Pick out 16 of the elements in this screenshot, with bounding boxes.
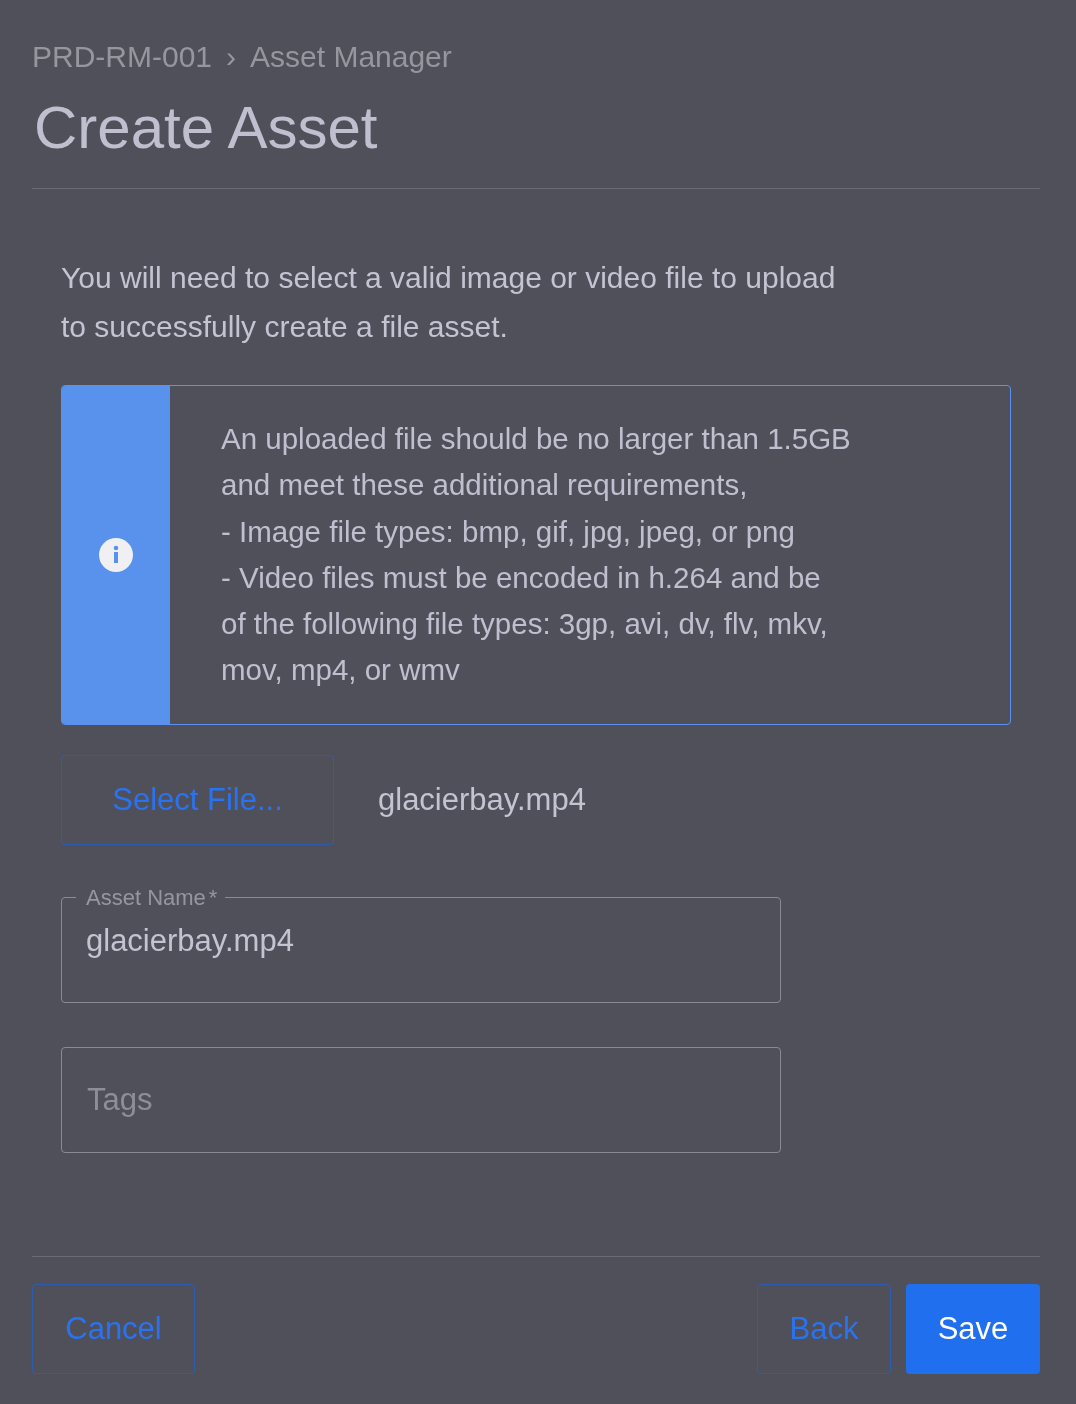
select-file-button[interactable]: Select File... xyxy=(61,754,334,845)
save-button[interactable]: Save xyxy=(906,1284,1040,1374)
file-name: glacierbay.mp4 xyxy=(378,781,586,818)
breadcrumb-item[interactable]: Asset Manager xyxy=(250,40,452,74)
intro-text: You will need to select a valid image or video file to upload to successfully create a file asset. xyxy=(61,260,837,345)
page-title: Create Asset xyxy=(34,93,379,163)
cancel-button[interactable]: Cancel xyxy=(32,1284,195,1374)
field-label: Asset Name xyxy=(86,884,206,911)
info-icon xyxy=(99,537,133,572)
breadcrumb-item[interactable]: PRD-RM-001 xyxy=(32,40,213,74)
info-text: An uploaded file should be no larger than 1.5GB and meet these additional requirements, - Image file types: bmp, gif, jpg, jpeg, or png - Video files must be encoded in h.264 and be of the following file types: 3gp, avi, dv, flv, mkv, mov, mp4, or wmv xyxy=(220,421,852,689)
breadcrumb-separator: › xyxy=(226,40,237,74)
tags-field[interactable]: Tags xyxy=(61,1046,781,1153)
required-mark: * xyxy=(208,884,218,911)
field-value: glacierbay.mp4 xyxy=(86,922,295,959)
back-button[interactable]: Back xyxy=(757,1284,891,1374)
